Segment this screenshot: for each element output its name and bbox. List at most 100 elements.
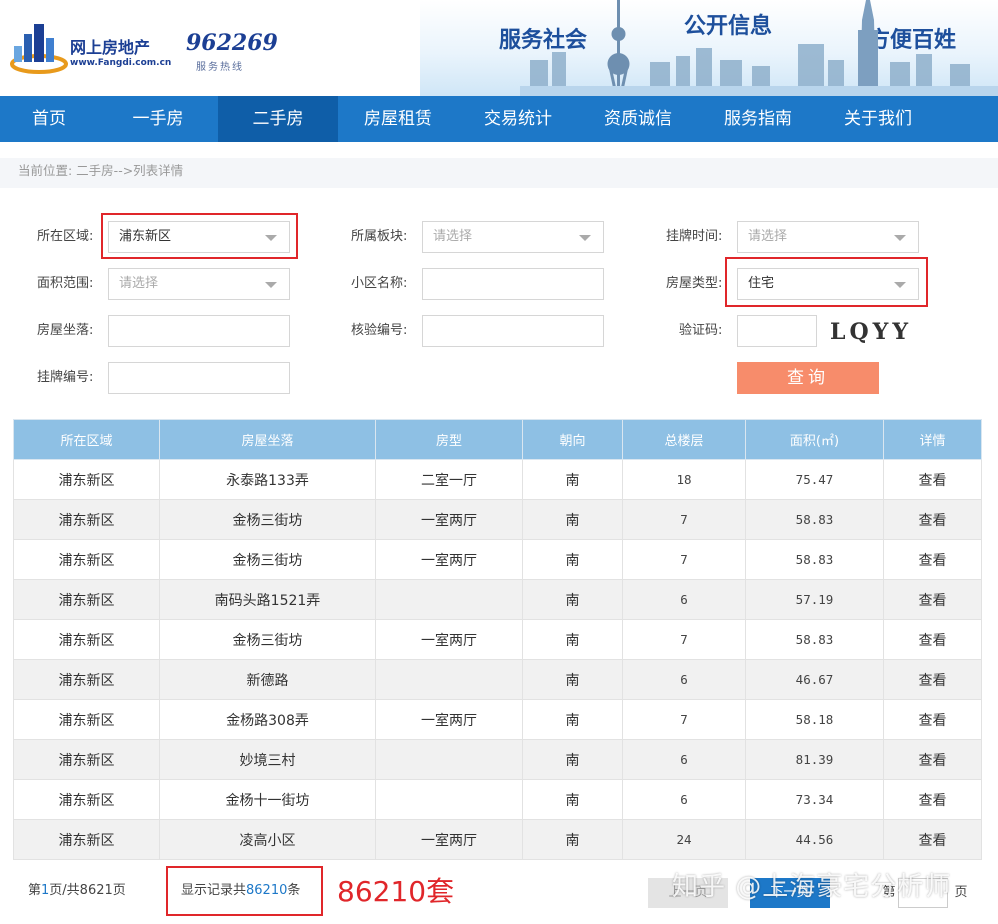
site-header: 网上房地产 www.Fangdi.com.cn 962269 服务热线 服务社会… — [0, 0, 998, 96]
cell-orientation: 南 — [522, 739, 623, 780]
cell-floors: 6 — [622, 659, 746, 700]
record-count-number: 86210 — [246, 883, 288, 898]
cell-detail-link[interactable]: 查看 — [883, 819, 982, 860]
cell-floors: 7 — [622, 619, 746, 660]
page-info: 第1页/共8621页 — [28, 879, 126, 898]
nav-home[interactable]: 首页 — [0, 96, 98, 142]
block-select[interactable]: 请选择 — [422, 221, 604, 253]
chevron-down-icon — [265, 282, 277, 288]
cell-address: 永泰路133弄 — [159, 459, 376, 500]
cell-region: 浦东新区 — [13, 539, 160, 580]
table-row: 浦东新区 凌高小区 一室两厅南 24 44.56 查看 — [13, 819, 982, 860]
community-label: 小区名称: — [351, 276, 408, 291]
listing-input[interactable] — [108, 362, 290, 394]
cell-detail-link[interactable]: 查看 — [883, 779, 982, 820]
main-nav: 首页 一手房 二手房 房屋租赁 交易统计 资质诚信 服务指南 关于我们 — [0, 96, 998, 142]
table-row: 浦东新区 永泰路133弄 二室一厅南 18 75.47 查看 — [13, 459, 982, 500]
cell-address: 金杨路308弄 — [159, 699, 376, 740]
hotline-number: 962269 — [186, 30, 278, 56]
cell-address: 凌高小区 — [159, 819, 376, 860]
cell-address: 金杨三街坊 — [159, 499, 376, 540]
community-input[interactable] — [422, 268, 604, 300]
cell-floors: 7 — [622, 499, 746, 540]
cell-area: 46.67 — [745, 659, 884, 700]
goto-page-suffix: 页 — [954, 885, 968, 900]
cell-address: 金杨三街坊 — [159, 539, 376, 580]
cell-area: 75.47 — [745, 459, 884, 500]
cell-area: 81.39 — [745, 739, 884, 780]
nav-rental[interactable]: 房屋租赁 — [338, 96, 458, 142]
nav-new-house[interactable]: 一手房 — [98, 96, 218, 142]
cell-detail-link[interactable]: 查看 — [883, 499, 982, 540]
cell-detail-link[interactable]: 查看 — [883, 659, 982, 700]
cell-orientation: 南 — [522, 539, 623, 580]
verify-input[interactable] — [422, 315, 604, 347]
cell-layout — [375, 579, 523, 620]
cell-address: 南码头路1521弄 — [159, 579, 376, 620]
page-info-prefix: 第 — [28, 883, 42, 898]
logo-url: www.Fangdi.com.cn — [70, 58, 172, 68]
listtime-label: 挂牌时间: — [666, 229, 723, 244]
city-skyline-illustration — [520, 0, 998, 96]
cell-detail-link[interactable]: 查看 — [883, 539, 982, 580]
table-row: 浦东新区 南码头路1521弄 南 6 57.19 查看 — [13, 579, 982, 620]
cell-region: 浦东新区 — [13, 659, 160, 700]
table-row: 浦东新区 金杨路308弄 一室两厅南 7 58.18 查看 — [13, 699, 982, 740]
cell-region: 浦东新区 — [13, 579, 160, 620]
page-info-suffix: 页/共8621页 — [49, 883, 126, 898]
cell-layout — [375, 779, 523, 820]
query-button[interactable]: 查询 — [737, 362, 879, 394]
nav-second-hand[interactable]: 二手房 — [218, 96, 338, 142]
cell-region: 浦东新区 — [13, 739, 160, 780]
cell-layout: 一室两厅 — [375, 619, 523, 660]
listtime-select[interactable]: 请选择 — [737, 221, 919, 253]
col-header-detail: 详情 — [883, 419, 982, 460]
col-header-floors: 总楼层 — [622, 419, 746, 460]
record-count-prefix: 显示记录共 — [181, 883, 247, 898]
nav-guide[interactable]: 服务指南 — [698, 96, 818, 142]
cell-layout — [375, 659, 523, 700]
table-row: 浦东新区 金杨三街坊 一室两厅南 7 58.83 查看 — [13, 499, 982, 540]
cell-orientation: 南 — [522, 779, 623, 820]
nav-about[interactable]: 关于我们 — [818, 96, 938, 142]
captcha-image[interactable]: LQYY — [830, 316, 920, 348]
cell-orientation: 南 — [522, 579, 623, 620]
captcha-input[interactable] — [737, 315, 817, 347]
house-logo-icon[interactable] — [10, 20, 68, 74]
cell-orientation: 南 — [522, 459, 623, 500]
cell-floors: 6 — [622, 579, 746, 620]
hotline-label: 服务热线 — [196, 62, 244, 73]
cell-area: 58.83 — [745, 539, 884, 580]
cell-layout: 一室两厅 — [375, 499, 523, 540]
chevron-down-icon — [579, 235, 591, 241]
record-count-annotation: 86210套 — [337, 875, 455, 908]
table-row: 浦东新区 妙境三村 南 6 81.39 查看 — [13, 739, 982, 780]
area-select[interactable]: 请选择 — [108, 268, 290, 300]
cell-detail-link[interactable]: 查看 — [883, 579, 982, 620]
table-row: 浦东新区 金杨三街坊 一室两厅南 7 58.83 查看 — [13, 619, 982, 660]
nav-credentials[interactable]: 资质诚信 — [578, 96, 698, 142]
cell-region: 浦东新区 — [13, 459, 160, 500]
cell-floors: 6 — [622, 779, 746, 820]
cell-floors: 7 — [622, 699, 746, 740]
cell-detail-link[interactable]: 查看 — [883, 739, 982, 780]
address-input[interactable] — [108, 315, 290, 347]
logo-text[interactable]: 网上房地产 — [70, 34, 150, 58]
listing-table: 所在区域 房屋坐落 房型 朝向 总楼层 面积(㎡) 详情 浦东新区 永泰路133弄… — [13, 419, 982, 860]
listtime-select-placeholder: 请选择 — [748, 229, 788, 244]
record-count-suffix: 条 — [287, 883, 301, 898]
cell-floors: 18 — [622, 459, 746, 500]
cell-detail-link[interactable]: 查看 — [883, 619, 982, 660]
table-row: 浦东新区 金杨三街坊 一室两厅南 7 58.83 查看 — [13, 539, 982, 580]
nav-statistics[interactable]: 交易统计 — [458, 96, 578, 142]
col-header-address: 房屋坐落 — [159, 419, 376, 460]
area-label: 面积范围: — [37, 276, 94, 291]
cell-area: 58.83 — [745, 499, 884, 540]
table-row: 浦东新区 新德路 南 6 46.67 查看 — [13, 659, 982, 700]
col-header-orientation: 朝向 — [522, 419, 623, 460]
cell-detail-link[interactable]: 查看 — [883, 699, 982, 740]
zhihu-watermark: 知乎 @上海豪宅分析师 — [672, 872, 952, 902]
col-header-layout: 房型 — [375, 419, 523, 460]
cell-floors: 24 — [622, 819, 746, 860]
cell-detail-link[interactable]: 查看 — [883, 459, 982, 500]
